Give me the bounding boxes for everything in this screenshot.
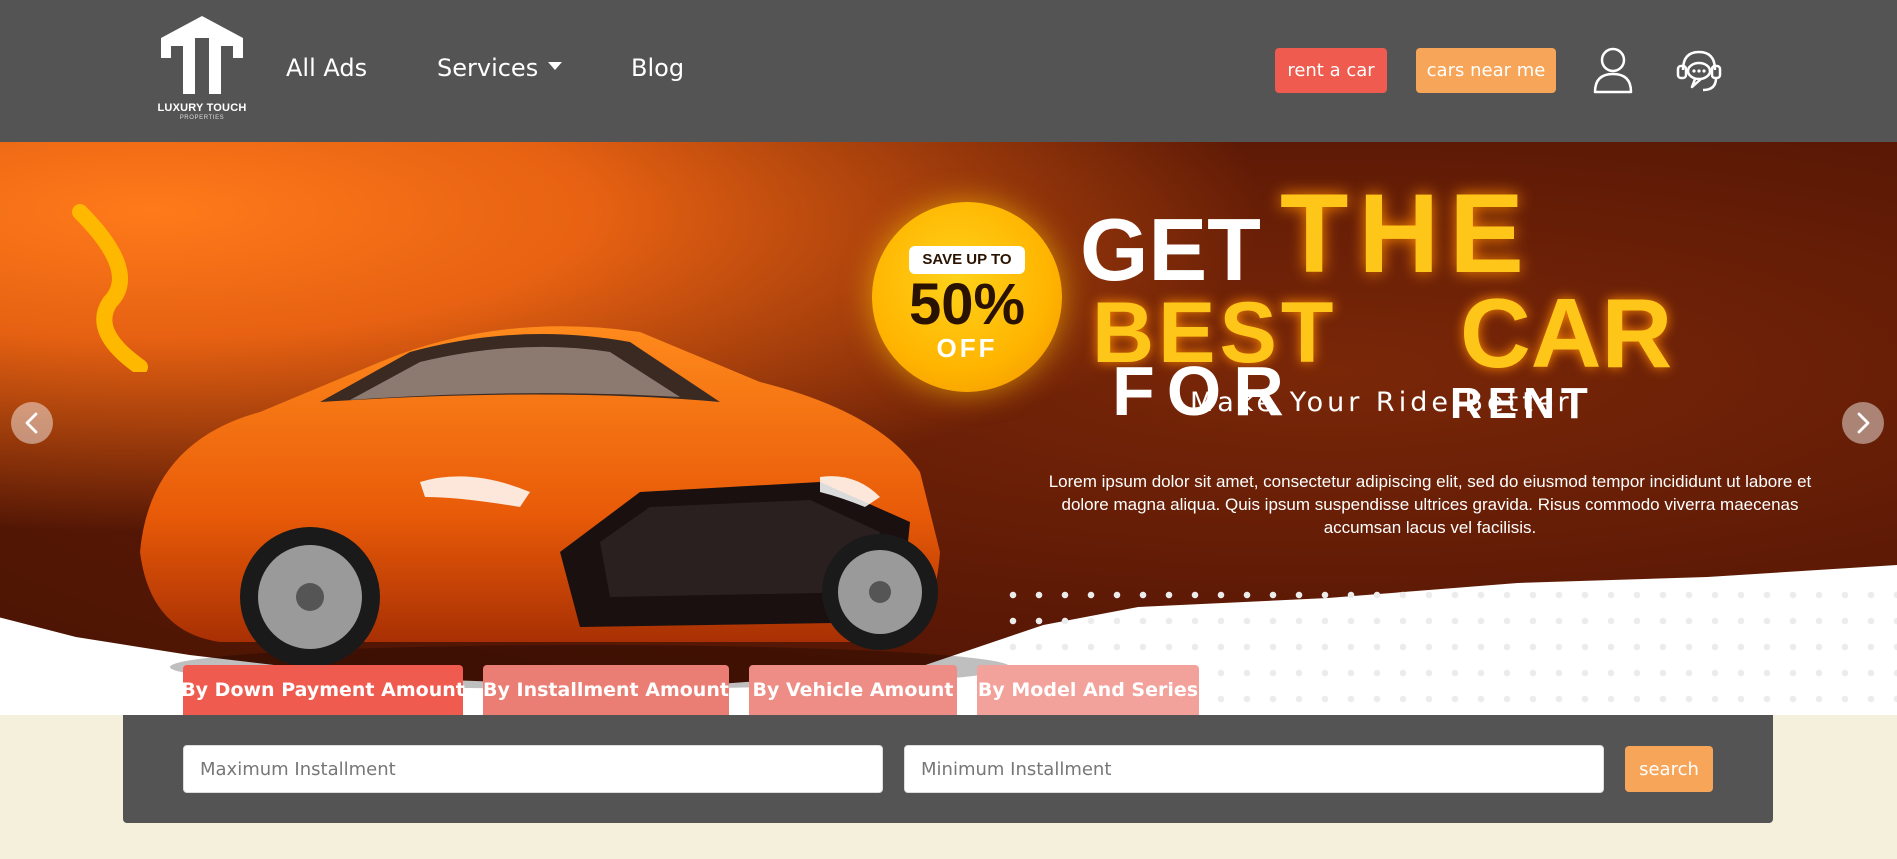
- tab-installment[interactable]: By Installment Amount: [483, 665, 729, 715]
- hero-tagline: Make Your Ride Better: [1190, 387, 1573, 418]
- nav-blog[interactable]: Blog: [631, 54, 684, 82]
- tab-down-payment[interactable]: By Down Payment Amount: [181, 665, 465, 715]
- logo-icon: [161, 16, 243, 94]
- navbar: LUXURY TOUCH PROPERTIES All Ads Services…: [0, 0, 1897, 142]
- chevron-left-icon: [25, 412, 38, 434]
- tab-model-series[interactable]: By Model And Series: [977, 665, 1199, 715]
- nav-services-label: Services: [437, 54, 539, 82]
- nav-services-dropdown[interactable]: Services: [437, 54, 563, 82]
- rent-a-car-button[interactable]: rent a car: [1275, 48, 1387, 93]
- brand-logo[interactable]: LUXURY TOUCH PROPERTIES: [152, 14, 252, 126]
- carousel-next-button[interactable]: [1842, 402, 1884, 444]
- tab-vehicle-amount[interactable]: By Vehicle Amount: [749, 665, 957, 715]
- badge-off-label: OFF: [936, 333, 998, 363]
- brand-name: LUXURY TOUCH: [157, 102, 247, 114]
- support-headset-icon[interactable]: [1675, 46, 1723, 94]
- carousel-prev-button[interactable]: [11, 402, 53, 444]
- headline-car: CAR: [1460, 278, 1673, 388]
- maximum-installment-input[interactable]: [183, 745, 883, 793]
- hero-banner: SAVE UP TO 50% OFF GET THE BEST CAR FOR …: [0, 142, 1897, 715]
- headline-get: GET: [1080, 200, 1261, 299]
- search-panel: search: [123, 715, 1773, 823]
- cars-near-me-button[interactable]: cars near me: [1416, 48, 1556, 93]
- headline-the: THE: [1280, 171, 1534, 296]
- search-button[interactable]: search: [1625, 746, 1713, 792]
- badge-percent: 50%: [908, 272, 1026, 337]
- nav-all-ads[interactable]: All Ads: [286, 54, 367, 82]
- minimum-installment-input[interactable]: [904, 745, 1604, 793]
- badge-save-label: SAVE UP TO: [909, 246, 1025, 274]
- chevron-right-icon: [1857, 412, 1870, 434]
- brand-tagline: PROPERTIES: [179, 115, 225, 121]
- user-icon[interactable]: [1592, 46, 1634, 94]
- hero-body-text: Lorem ipsum dolor sit amet, consectetur …: [1048, 472, 1812, 537]
- caret-down-icon: [548, 62, 563, 70]
- discount-badge: SAVE UP TO 50% OFF: [872, 202, 1062, 392]
